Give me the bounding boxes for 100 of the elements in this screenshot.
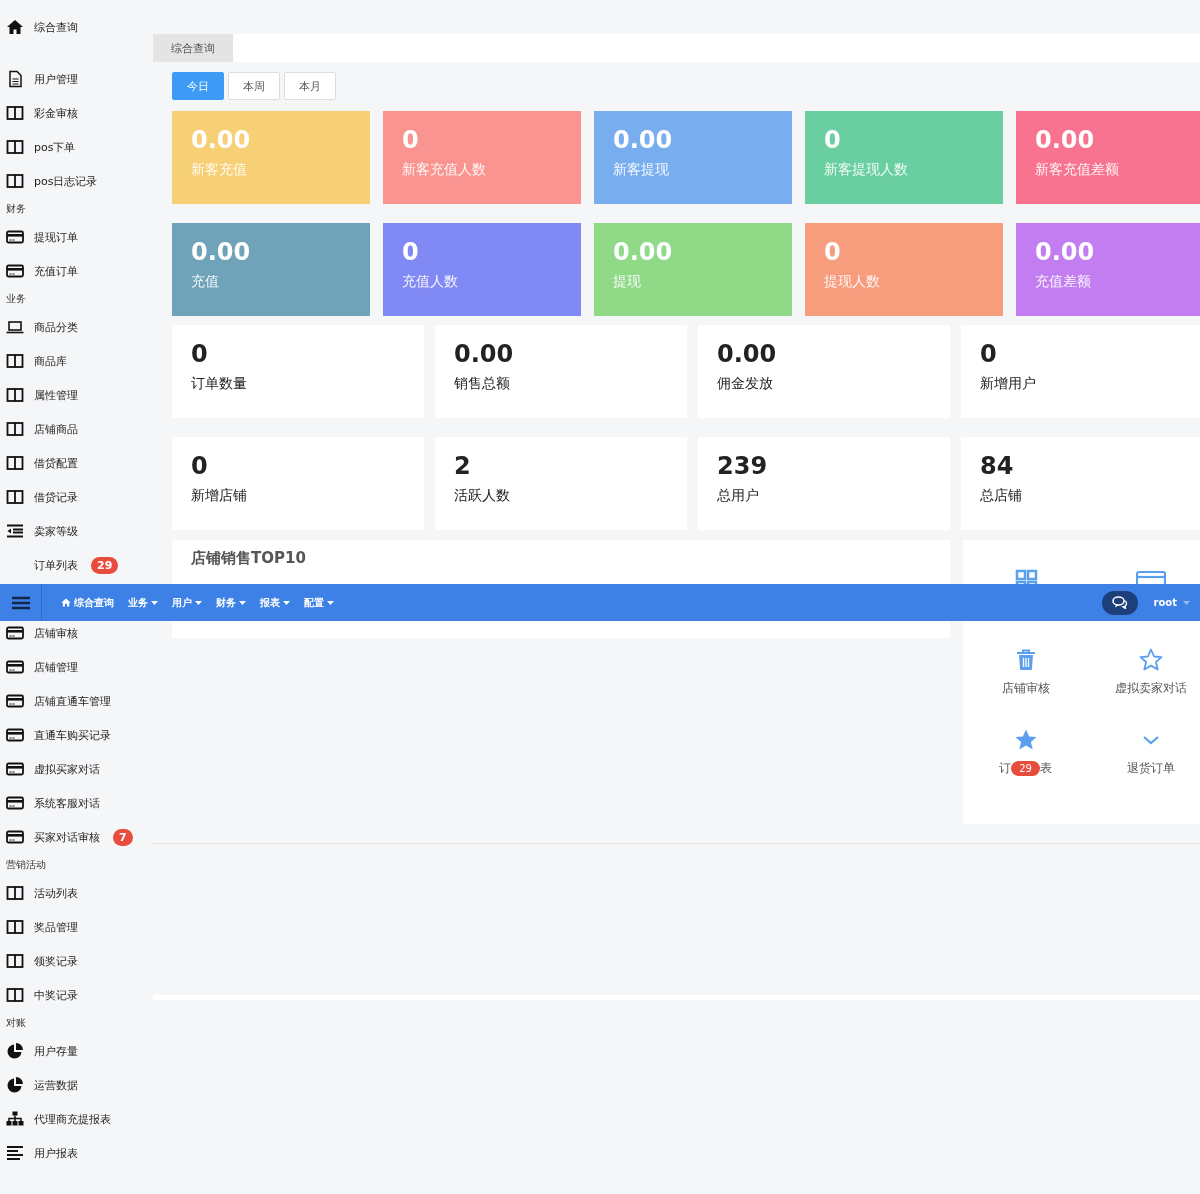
sitemap-icon [6,1110,24,1128]
stat-value: 0 [191,451,209,481]
nav-menu-item[interactable]: 综合查询 [61,595,114,610]
columns-icon [6,454,24,472]
chat-button[interactable] [1101,590,1138,615]
sidebar-item[interactable]: 借贷记录 [34,489,78,505]
sidebar-item[interactable]: 店铺管理 [34,659,78,675]
period-button[interactable]: 本月 [284,72,336,100]
sidebar-item[interactable]: 用户报表 [34,1145,78,1161]
sidebar-item[interactable]: 领奖记录 [34,953,78,969]
sidebar-item[interactable]: 借贷配置 [34,455,78,471]
sidebar-item[interactable]: 店铺商品 [34,421,78,437]
stat-label: 新客提现人数 [824,161,909,179]
stat-label: 新增用户 [980,375,1037,393]
star-icon[interactable] [1013,728,1038,752]
sidebar-item[interactable]: 提现订单 [34,229,78,245]
sidebar-section-label: 业务 [5,292,27,306]
quick-link-label[interactable]: 店铺审核 [1001,680,1050,697]
sidebar-item[interactable]: pos下单 [34,139,76,155]
stat-value: 0 [824,125,842,155]
sidebar-item[interactable]: 活动列表 [34,885,78,901]
stat-label: 新增店铺 [191,487,248,505]
sidebar-item[interactable]: 虚拟买家对话 [34,761,100,777]
stat-value: 0.00 [191,125,252,155]
card-icon [6,726,24,744]
sidebar-item[interactable]: 直通车购买记录 [34,727,111,743]
nav-menu-item[interactable]: 配置 [304,595,334,610]
caret-icon [239,600,246,605]
sidebar-item[interactable]: 店铺直通车管理 [34,693,111,709]
quick-link-label[interactable]: 订 [999,760,1012,777]
stat-value: 2 [454,451,472,481]
quick-link-label[interactable]: 退货订单 [1126,760,1175,777]
stat-label: 销售总额 [454,375,511,393]
nav-menu-item[interactable]: 业务 [128,595,158,610]
columns-icon [6,952,24,970]
menu-icon [11,595,30,610]
sidebar-item[interactable]: 卖家等级 [34,523,78,539]
period-button[interactable]: 本周 [228,72,280,100]
count-badge: 29 [1011,761,1040,776]
stat-value: 0.00 [613,125,674,155]
sidebar-item[interactable]: 商品库 [34,353,67,369]
quick-link-label[interactable]: 虚拟卖家对话 [1114,680,1187,697]
sidebar-item[interactable]: 充值订单 [34,263,78,279]
caret-icon [283,600,290,605]
sidebar-item[interactable]: 用户管理 [34,71,78,87]
sidebar-item[interactable]: 代理商充提报表 [34,1111,111,1127]
card-icon [6,828,24,846]
columns-icon [6,488,24,506]
stat-label: 新客提现 [613,161,670,179]
stat-label: 总店铺 [980,487,1023,505]
page-tab[interactable]: 综合查询 [153,34,233,62]
quick-link-label[interactable]: 表 [1039,760,1052,777]
stat-value: 0 [402,237,420,267]
star-outline-icon[interactable] [1138,648,1163,672]
stat-value: 0.00 [191,237,252,267]
sidebar-item[interactable]: 中奖记录 [34,987,78,1003]
nav-menu-item[interactable]: 用户 [172,595,202,610]
stat-value: 239 [717,451,769,481]
sidebar-item[interactable]: 订单列表 [34,557,78,573]
stat-value: 0 [980,339,998,369]
sidebar-item[interactable]: pos日志记录 [34,173,98,189]
sidebar-item[interactable]: 属性管理 [34,387,78,403]
stat-label: 新客充值人数 [402,161,487,179]
stat-value: 0 [191,339,209,369]
sidebar-item[interactable]: 店铺审核 [34,625,78,641]
sidebar-item[interactable]: 买家对话审核 [34,829,100,845]
chat-icon [1111,596,1128,609]
window-icon[interactable] [1135,568,1166,584]
card-icon [6,624,24,642]
sidebar-item[interactable]: 奖品管理 [34,919,78,935]
caret-icon [151,600,158,605]
stat-label: 新客充值差额 [1035,161,1120,179]
sidebar-item[interactable]: 系统客服对话 [34,795,100,811]
stat-label: 提现人数 [824,273,881,291]
stat-value: 0 [402,125,420,155]
columns-icon [6,138,24,156]
nav-menu-item[interactable]: 报表 [260,595,290,610]
indent-list-icon [6,522,24,540]
sidebar-section-label: 营销活动 [5,858,47,872]
stat-value: 0.00 [1035,125,1096,155]
nav-menu-item[interactable]: 财务 [216,595,246,610]
grid-icon[interactable] [1013,568,1038,584]
sidebar-item[interactable]: 彩金审核 [34,105,78,121]
columns-icon [6,352,24,370]
sidebar-item[interactable]: 商品分类 [34,319,78,335]
card-icon [6,692,24,710]
stat-label: 活跃人数 [454,487,511,505]
panel-title: 店铺销售TOP10 [191,549,307,568]
lines-icon [6,1144,24,1162]
stat-label: 充值差额 [1035,273,1092,291]
columns-icon [6,884,24,902]
document-icon [6,70,24,88]
stat-label: 提现 [613,273,642,291]
sidebar-item[interactable]: 用户存量 [34,1043,78,1059]
laptop-icon [6,318,24,336]
stat-value: 0.00 [454,339,515,369]
caret-icon [1183,600,1190,605]
sidebar-item[interactable]: 综合查询 [34,19,78,35]
user-menu[interactable]: root [1147,596,1196,609]
sidebar-item[interactable]: 运营数据 [34,1077,78,1093]
